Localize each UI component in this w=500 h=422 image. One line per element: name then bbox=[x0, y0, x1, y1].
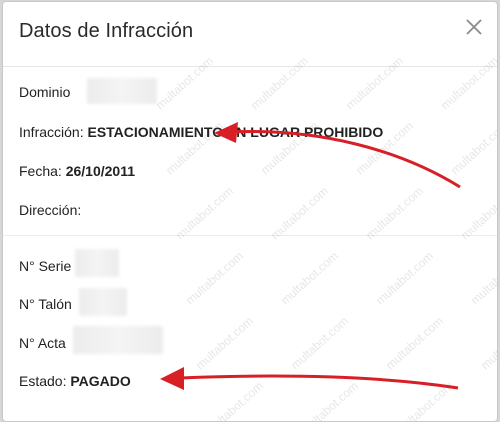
acta-redacted bbox=[73, 326, 163, 354]
estado-value: PAGADO bbox=[70, 373, 131, 389]
watermark-text: multabot.com bbox=[448, 118, 498, 178]
close-icon[interactable] bbox=[463, 16, 485, 38]
serie-row: N° Serie bbox=[19, 258, 71, 274]
serie-label: N° Serie bbox=[19, 258, 72, 274]
watermark-text: multabot.com bbox=[173, 183, 236, 243]
watermark-text: multabot.com bbox=[363, 183, 426, 243]
infraction-dialog: Datos de Infracción Dominio Infracción: … bbox=[2, 1, 498, 422]
watermark-text: multabot.com bbox=[193, 313, 256, 373]
watermark-text: multabot.com bbox=[298, 378, 361, 422]
infraccion-value: ESTACIONAMIENTO EN LUGAR PROHIBIDO bbox=[87, 124, 384, 140]
watermark: multabot.com multabot.com multabot.com mult… bbox=[153, 42, 498, 422]
watermark-text: multabot.com bbox=[278, 248, 341, 308]
watermark-text: multabot.com bbox=[288, 313, 351, 373]
watermark-text: multabot.com bbox=[468, 248, 498, 308]
estado-row: Estado: PAGADO bbox=[19, 373, 131, 389]
watermark-text: multabot.com bbox=[488, 378, 498, 422]
talon-row: N° Talón bbox=[19, 296, 72, 312]
dialog-title: Datos de Infracción bbox=[19, 20, 194, 42]
watermark-text: multabot.com bbox=[203, 378, 266, 422]
dominio-row: Dominio bbox=[19, 84, 70, 100]
dominio-redacted bbox=[87, 78, 157, 104]
dialog-header: Datos de Infracción bbox=[3, 2, 497, 67]
acta-label: N° Acta bbox=[19, 335, 66, 351]
watermark-text: multabot.com bbox=[268, 183, 331, 243]
section-divider bbox=[3, 235, 497, 236]
acta-row: N° Acta bbox=[19, 335, 66, 351]
talon-redacted bbox=[79, 288, 127, 316]
fecha-label: Fecha: bbox=[19, 163, 62, 179]
watermark-text: multabot.com bbox=[478, 313, 498, 373]
watermark-text: multabot.com bbox=[183, 248, 246, 308]
watermark-text: multabot.com bbox=[458, 183, 498, 243]
infraccion-row: Infracción: ESTACIONAMIENTO EN LUGAR PRO… bbox=[19, 124, 383, 140]
talon-label: N° Talón bbox=[19, 296, 72, 312]
watermark-text: multabot.com bbox=[393, 378, 456, 422]
watermark-text: multabot.com bbox=[373, 248, 436, 308]
direccion-label: Dirección: bbox=[19, 202, 82, 218]
dominio-label: Dominio bbox=[19, 84, 71, 100]
serie-redacted bbox=[75, 249, 119, 277]
watermark-text: multabot.com bbox=[383, 313, 446, 373]
fecha-row: Fecha: 26/10/2011 bbox=[19, 163, 135, 179]
infraccion-label: Infracción: bbox=[19, 124, 84, 140]
fecha-value: 26/10/2011 bbox=[65, 163, 135, 179]
direccion-row: Dirección: bbox=[19, 202, 81, 218]
estado-label: Estado: bbox=[19, 373, 67, 389]
